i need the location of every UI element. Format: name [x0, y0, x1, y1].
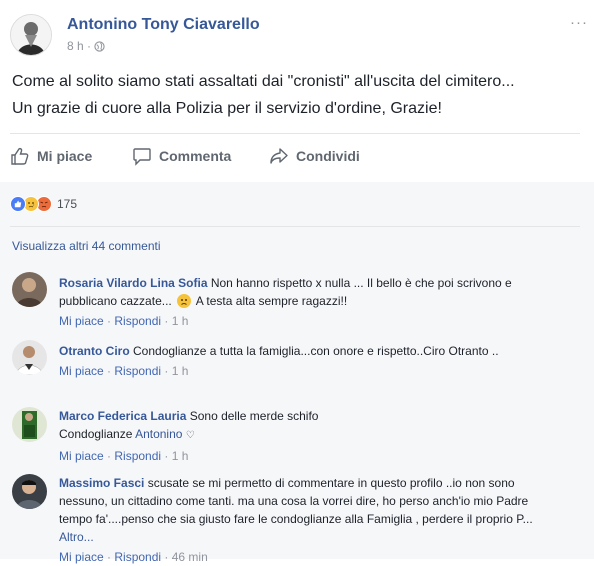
post-text-line: Come al solito siamo stati assaltati dai… — [12, 73, 515, 90]
comment-item: Massimo Fasci scusate se mi permetto di … — [12, 474, 582, 564]
post-text-line: Un grazie di cuore alla Polizia per il s… — [12, 100, 442, 117]
commenter-name[interactable]: Rosaria Vilardo Lina Sofia — [59, 276, 208, 290]
reactions-count: 175 — [57, 197, 78, 211]
comment-item: Marco Federica Lauria Sono delle merde s… — [12, 407, 582, 465]
comment-reply-link[interactable]: Rispondi — [114, 364, 161, 378]
comment-time[interactable]: 1 h — [172, 314, 189, 328]
comment-actions: Mi piace · Rispondi · 46 min — [59, 550, 208, 564]
see-more-link[interactable]: Altro... — [59, 530, 94, 544]
thumbs-up-icon — [11, 147, 29, 165]
post-text: Come al solito siamo stati assaltati dai… — [12, 68, 582, 122]
comment-body: Marco Federica Lauria Sono delle merde s… — [59, 407, 569, 465]
divider — [10, 226, 580, 227]
comment-text: A testa alta sempre ragazzi!! — [193, 294, 348, 308]
divider — [10, 133, 580, 134]
comment-text: Sono delle merde schifo — [186, 409, 319, 423]
like-button[interactable]: Mi piace — [10, 146, 92, 166]
author-avatar[interactable] — [10, 14, 52, 56]
comment-bubble-icon — [133, 148, 151, 166]
post-header: Antonino Tony Ciavarello 8 h · ··· — [10, 8, 590, 58]
post-meta: 8 h · — [67, 39, 105, 55]
author-name[interactable]: Antonino Tony Ciavarello — [67, 16, 260, 34]
commenter-name[interactable]: Otranto Ciro — [59, 344, 130, 358]
action-bar: Mi piace Commenta Condividi — [10, 146, 580, 168]
sad-emoji-icon — [177, 294, 192, 308]
heart-icon: ♡ — [185, 430, 195, 441]
commenter-name[interactable]: Marco Federica Lauria — [59, 409, 186, 423]
comment-reply-link[interactable]: Rispondi — [114, 449, 161, 463]
commenter-name[interactable]: Massimo Fasci — [59, 476, 144, 490]
commenter-avatar[interactable] — [12, 272, 47, 307]
comment-text: Condoglianze a tutta la famiglia...con o… — [129, 344, 499, 358]
post-time[interactable]: 8 h — [67, 39, 84, 53]
comment-time[interactable]: 46 min — [172, 550, 208, 564]
comment-body: Rosaria Vilardo Lina Sofia Non hanno ris… — [59, 274, 569, 330]
comment-body: Otranto Ciro Condoglianze a tutta la fam… — [59, 342, 569, 380]
comment-actions: Mi piace · Rispondi · 1 h — [59, 449, 189, 463]
comment-time[interactable]: 1 h — [172, 449, 189, 463]
comment-body: Massimo Fasci scusate se mi permetto di … — [59, 474, 564, 566]
comment-item: Rosaria Vilardo Lina Sofia Non hanno ris… — [12, 272, 582, 332]
more-options-icon[interactable]: ··· — [570, 14, 588, 31]
comment-reply-link[interactable]: Rispondi — [114, 314, 161, 328]
globe-icon — [94, 41, 105, 55]
comment-text: Condoglianze — [59, 427, 136, 441]
comment-like-link[interactable]: Mi piace — [59, 314, 104, 328]
reactions-summary[interactable]: 175 — [10, 196, 77, 212]
comment-like-link[interactable]: Mi piace — [59, 449, 104, 463]
comment-actions: Mi piace · Rispondi · 1 h — [59, 314, 189, 328]
commenter-avatar[interactable] — [12, 474, 47, 509]
comment-time[interactable]: 1 h — [172, 364, 189, 378]
comment-like-link[interactable]: Mi piace — [59, 364, 104, 378]
share-arrow-icon — [270, 148, 288, 164]
commenter-avatar[interactable] — [12, 407, 47, 442]
view-more-comments-link[interactable]: Visualizza altri 44 commenti — [12, 239, 161, 253]
comment-like-link[interactable]: Mi piace — [59, 550, 104, 564]
comment-actions: Mi piace · Rispondi · 1 h — [59, 364, 189, 378]
comment-reply-link[interactable]: Rispondi — [114, 550, 161, 564]
comment-button[interactable]: Commenta — [132, 146, 231, 166]
mention-link[interactable]: Antonino — [135, 427, 182, 441]
commenter-avatar[interactable] — [12, 340, 47, 375]
like-reaction-icon — [10, 196, 26, 212]
comment-item: Otranto Ciro Condoglianze a tutta la fam… — [12, 340, 582, 400]
share-button[interactable]: Condividi — [269, 146, 360, 166]
